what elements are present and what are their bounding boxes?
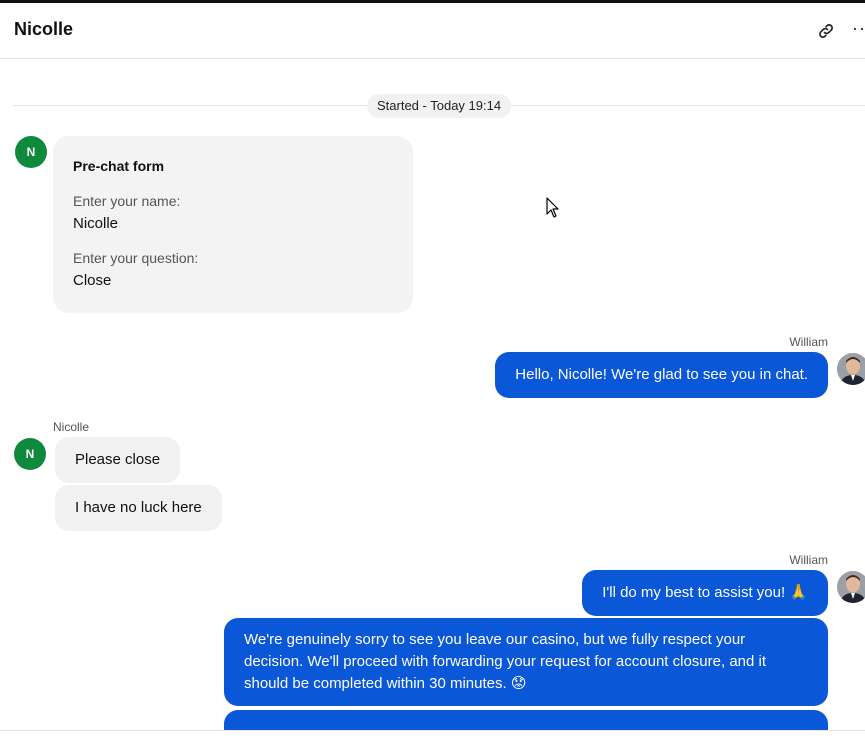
visitor-avatar: N [15, 136, 47, 168]
form-field-label: Enter your name: [73, 193, 181, 209]
more-icon[interactable]: ··· [852, 19, 865, 43]
mouse-cursor-icon [546, 197, 560, 224]
chat-title: Nicolle [14, 19, 74, 39]
prechat-form-card: Pre-chat form Enter your name: Nicolle E… [53, 136, 413, 313]
chat-header: Nicolle ··· [0, 3, 865, 59]
message-bubble: I'll do my best to assist you! 🙏 [582, 570, 828, 616]
prechat-form-title: Pre-chat form [73, 158, 165, 174]
message-bubble: Please close [55, 437, 181, 483]
agent-avatar [837, 353, 865, 385]
chat-transcript[interactable]: Started - Today 19:14 N Pre-chat form En… [0, 60, 865, 730]
form-field-label: Enter your question: [73, 250, 199, 266]
visitor-avatar: N [14, 438, 46, 470]
form-field-value: Close [73, 272, 112, 289]
message-bubble: Hello, Nicolle! We're glad to see you in… [495, 352, 828, 398]
form-field-value: Nicolle [73, 215, 119, 232]
started-label: Started - Today 19:14 [367, 94, 512, 118]
sender-name: William [789, 335, 828, 349]
sender-name: Nicolle [53, 420, 90, 434]
message-bubble: We're genuinely sorry to see you leave o… [224, 618, 828, 706]
message-bubble-partial [224, 710, 828, 730]
sender-name: William [789, 553, 828, 567]
link-icon[interactable] [814, 19, 838, 43]
composer-divider [0, 730, 865, 731]
message-bubble: I have no luck here [55, 485, 222, 531]
agent-avatar [837, 571, 865, 603]
